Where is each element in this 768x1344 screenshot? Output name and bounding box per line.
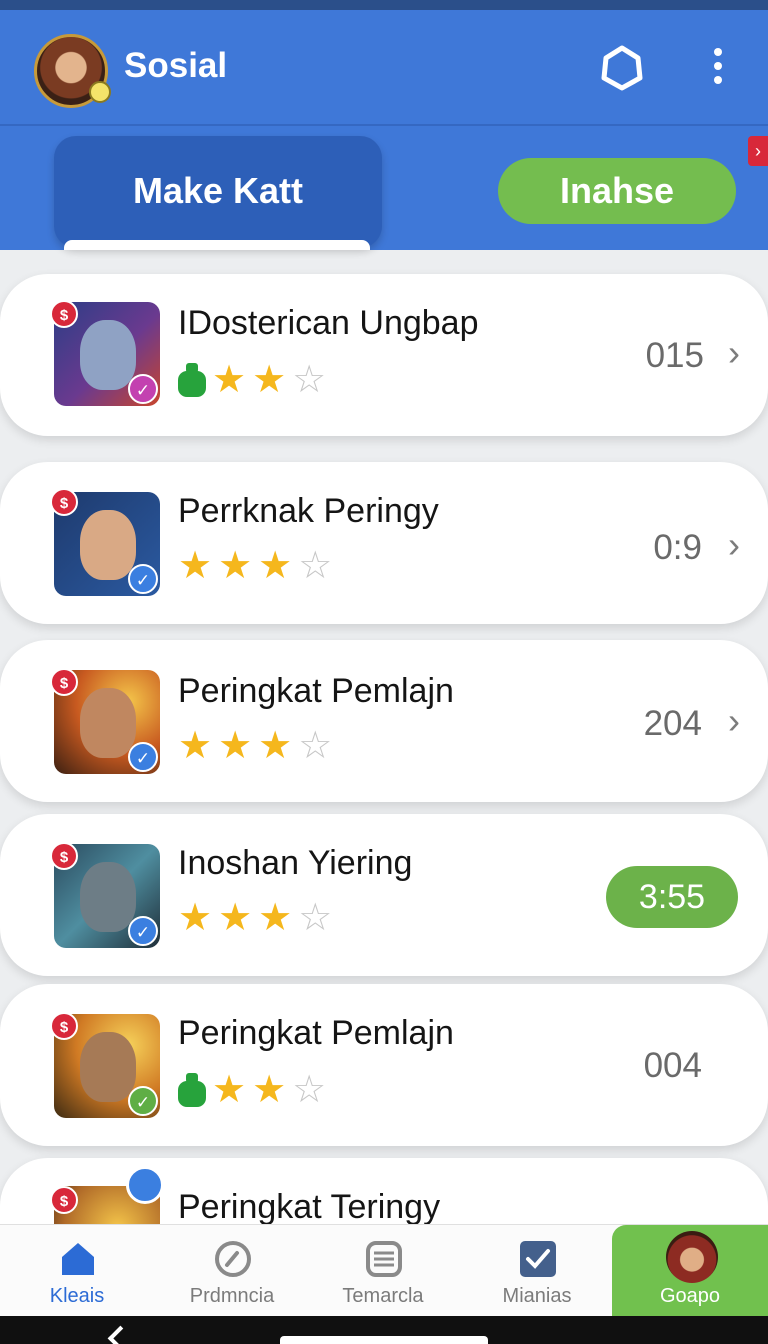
rating-stars: ★ ★ ★ ☆ xyxy=(178,897,333,939)
currency-tag-icon: $ xyxy=(50,842,78,870)
currency-tag-icon: $ xyxy=(50,668,78,696)
check-badge-icon: ✓ xyxy=(128,742,158,772)
nav-item-prdmncia[interactable]: Prdmncia xyxy=(155,1225,309,1317)
item-name: Peringkat Pemlajn xyxy=(178,672,454,710)
home-gesture-bar[interactable] xyxy=(280,1336,488,1344)
avatar[interactable] xyxy=(34,34,111,108)
check-badge-icon: ✓ xyxy=(128,564,158,594)
item-score-pill[interactable]: 3:55 xyxy=(606,866,738,928)
item-name: Perrknak Peringy xyxy=(178,492,439,530)
rating-stars: ★ ★ ☆ xyxy=(178,1069,327,1111)
star-empty-icon: ☆ xyxy=(298,897,333,939)
chevron-right-icon[interactable]: › xyxy=(728,700,740,742)
nav-item-temarcla[interactable]: Temarcla xyxy=(306,1225,460,1317)
tab-make-katt[interactable]: Make Katt xyxy=(54,136,382,250)
refresh-badge-icon xyxy=(126,1166,164,1204)
system-navigation-bar xyxy=(0,1316,768,1344)
bottom-navigation: Kleais Prdmncia Temarcla Mianias Goapo xyxy=(0,1224,768,1317)
app-bar: Sosial xyxy=(0,10,768,126)
chevron-right-icon[interactable]: › xyxy=(728,524,740,566)
list-item[interactable]: ✓ $ Peringkat Pemlajn ★ ★ ☆ 004 xyxy=(0,984,768,1146)
nav-label: Temarcla xyxy=(342,1285,424,1307)
star-empty-icon: ☆ xyxy=(292,1069,327,1111)
chevron-right-icon[interactable]: › xyxy=(728,332,740,374)
item-name: Peringkat Pemlajn xyxy=(178,1014,454,1052)
star-icon: ★ xyxy=(252,1069,287,1111)
star-empty-icon: ☆ xyxy=(298,545,333,587)
item-name: Peringkat Teringy xyxy=(178,1188,441,1226)
item-score: 004 xyxy=(643,1046,702,1085)
star-icon: ★ xyxy=(258,545,293,587)
sword-badge-icon: ✓ xyxy=(128,374,158,404)
rating-stars: ★ ★ ★ ☆ xyxy=(178,545,333,587)
nav-label: Mianias xyxy=(502,1285,572,1307)
header: Sosial Make Katt Inahse › xyxy=(0,10,768,250)
item-score: 0:9 xyxy=(653,528,702,567)
currency-tag-icon: $ xyxy=(50,1012,78,1040)
compass-icon xyxy=(213,1239,253,1279)
item-score: 204 xyxy=(643,704,702,743)
star-icon: ★ xyxy=(212,1069,247,1111)
tab-make-katt-label: Make Katt xyxy=(132,170,304,211)
star-icon: ★ xyxy=(178,897,213,939)
star-icon: ★ xyxy=(258,725,293,767)
list-item[interactable]: ✓ $ IDosterican Ungbap ★ ★ ☆ 015 › xyxy=(0,274,768,436)
signal-icon xyxy=(702,0,742,8)
checkbox-icon xyxy=(518,1239,558,1279)
nav-item-goapo[interactable]: Goapo xyxy=(612,1225,768,1317)
tab-inahse[interactable]: Inahse xyxy=(498,158,736,224)
nav-item-mianias[interactable]: Mianias xyxy=(460,1225,614,1317)
list-item[interactable]: ✓ $ Perrknak Peringy ★ ★ ★ ☆ 0:9 › xyxy=(0,462,768,624)
star-icon: ★ xyxy=(212,359,247,401)
currency-tag-icon: $ xyxy=(50,300,78,328)
star-icon: ★ xyxy=(178,725,213,767)
rating-stars: ★ ★ ☆ xyxy=(178,359,327,401)
home-icon xyxy=(58,1239,98,1279)
star-icon: ★ xyxy=(252,359,287,401)
currency-tag-icon: $ xyxy=(50,1186,78,1214)
item-name: Inoshan Yiering xyxy=(178,844,413,882)
sword-badge-icon: ✓ xyxy=(128,1086,158,1116)
star-icon: ★ xyxy=(218,545,253,587)
potion-icon xyxy=(178,363,206,397)
potion-icon xyxy=(178,1073,206,1107)
nav-label: Prdmncia xyxy=(189,1285,275,1307)
settings-icon[interactable] xyxy=(598,44,646,92)
status-bar xyxy=(0,0,768,10)
nav-item-kleais[interactable]: Kleais xyxy=(0,1225,154,1317)
star-icon: ★ xyxy=(258,897,293,939)
check-badge-icon: ✓ xyxy=(128,916,158,946)
list-item[interactable]: ✓ $ Inoshan Yiering ★ ★ ★ ☆ 3:55 xyxy=(0,814,768,976)
star-icon: ★ xyxy=(218,897,253,939)
currency-tag-icon: $ xyxy=(50,488,78,516)
avatar-icon xyxy=(666,1231,718,1283)
stack-icon xyxy=(364,1239,404,1279)
rating-stars: ★ ★ ★ ☆ xyxy=(178,725,333,767)
list-item[interactable]: ✓ $ Peringkat Pemlajn ★ ★ ★ ☆ 204 › xyxy=(0,640,768,802)
star-empty-icon: ☆ xyxy=(298,725,333,767)
edge-tab-chevron-icon[interactable]: › xyxy=(748,136,768,166)
nav-label: Kleais xyxy=(49,1285,105,1307)
star-empty-icon: ☆ xyxy=(292,359,327,401)
item-score: 015 xyxy=(645,336,704,375)
avatar-badge-icon xyxy=(89,81,111,103)
page-title: Sosial xyxy=(124,46,228,85)
tab-active-indicator xyxy=(64,240,370,250)
item-name: IDosterican Ungbap xyxy=(178,304,479,342)
star-icon: ★ xyxy=(218,725,253,767)
back-icon[interactable] xyxy=(107,1325,131,1344)
star-icon: ★ xyxy=(178,545,213,587)
more-options-icon[interactable] xyxy=(706,48,730,88)
nav-label: Goapo xyxy=(659,1285,721,1307)
